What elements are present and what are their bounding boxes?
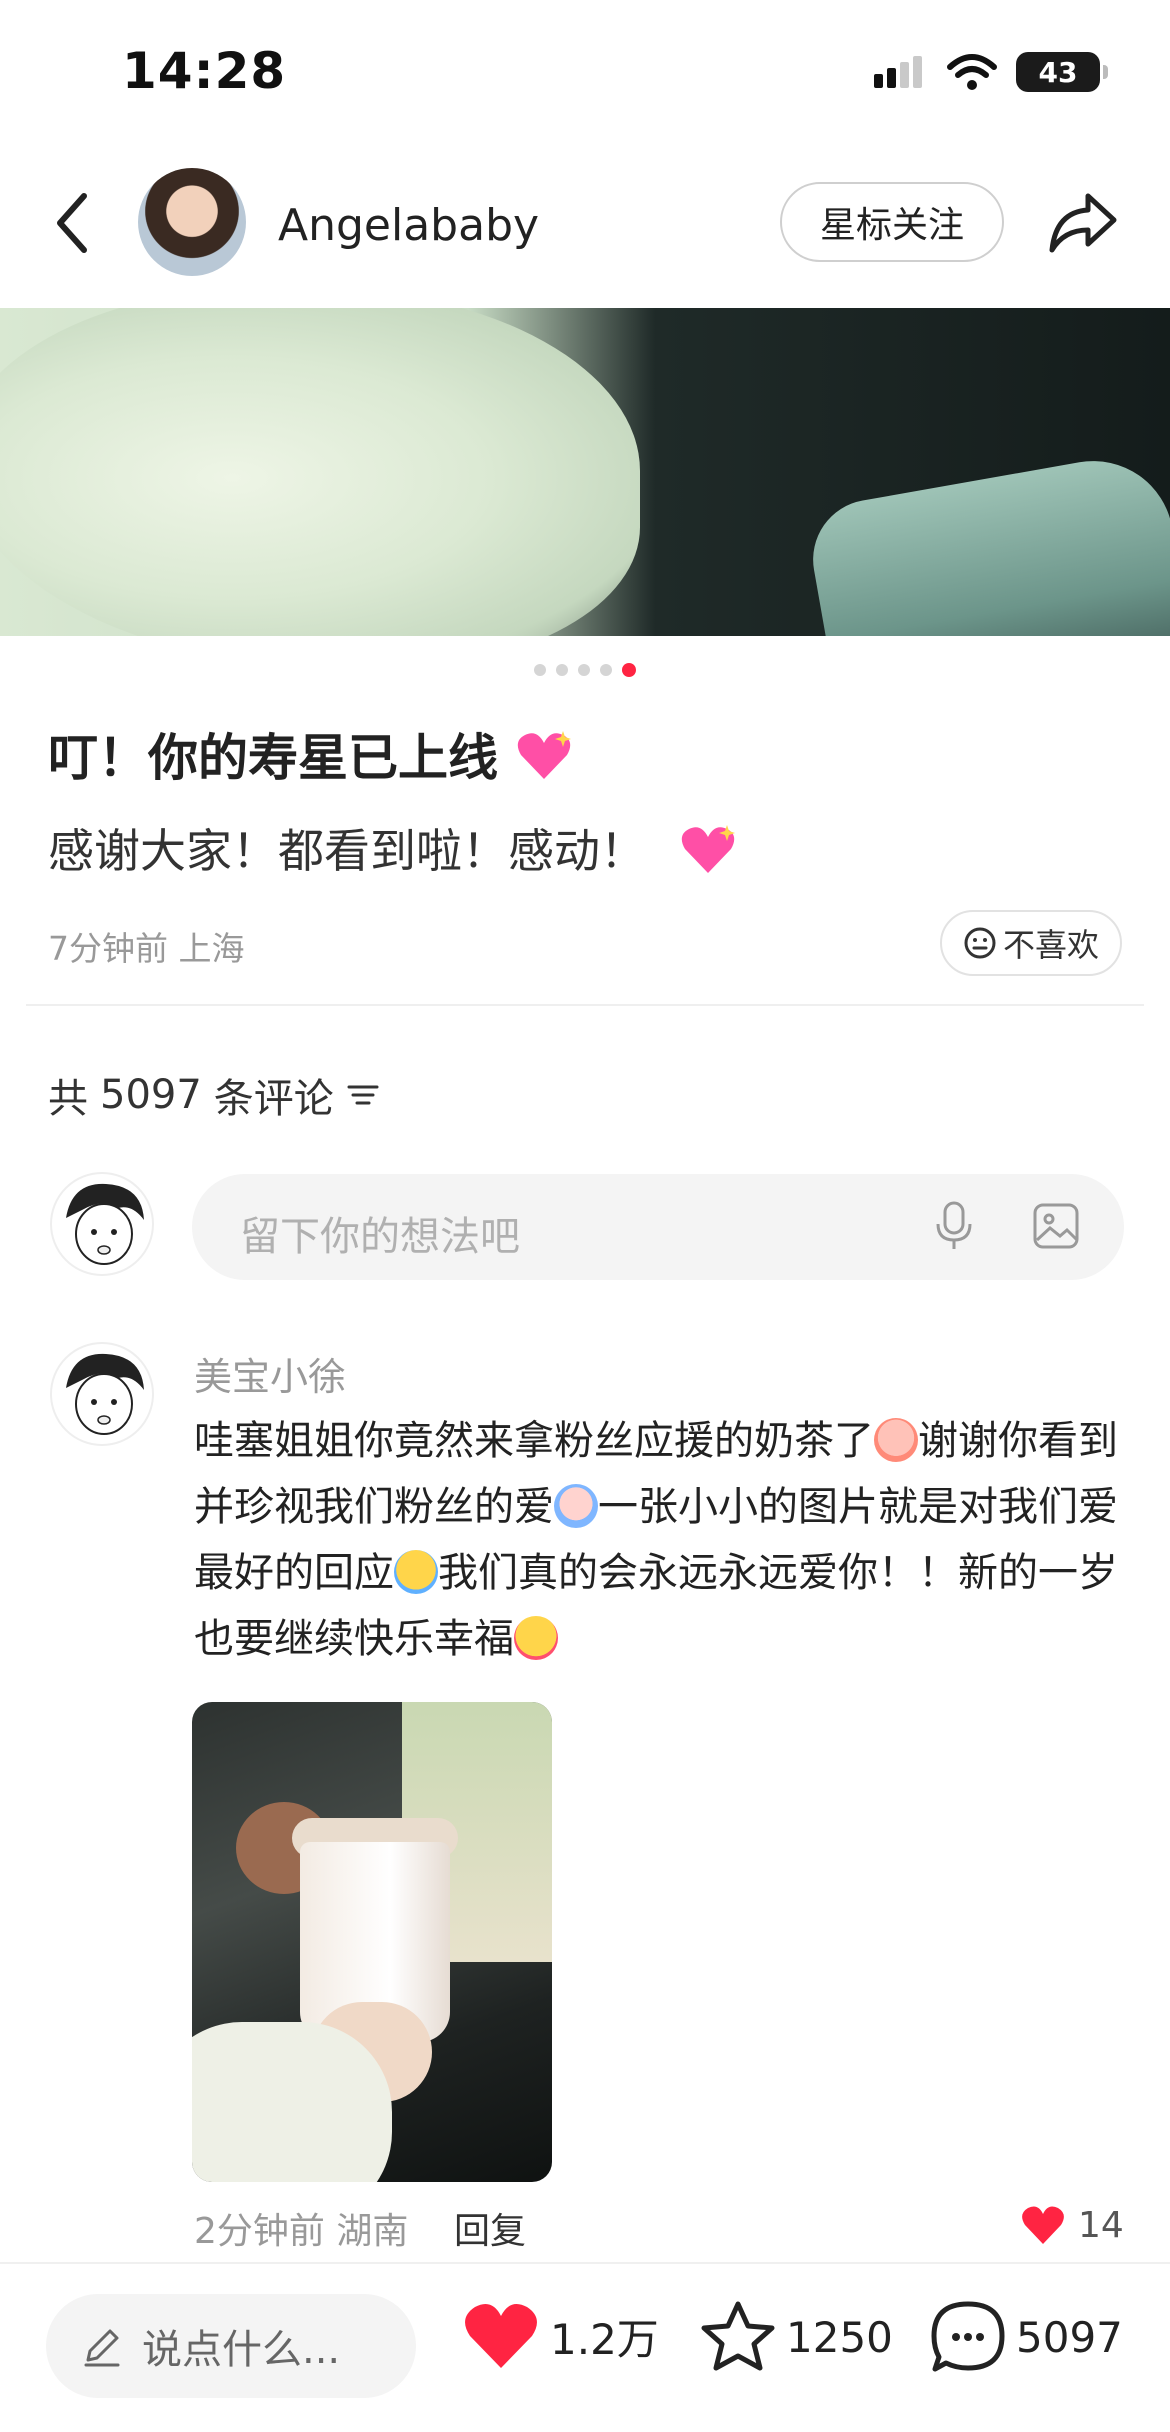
comment-count-prefix: 共 bbox=[48, 1076, 88, 1122]
divider bbox=[26, 1004, 1144, 1006]
post-photo[interactable] bbox=[0, 308, 1170, 636]
comment-reply-button[interactable]: 回复 bbox=[454, 2202, 526, 2254]
author-name[interactable]: Angelababy bbox=[278, 200, 539, 251]
comment-user-avatar[interactable] bbox=[50, 1342, 154, 1446]
carousel-dot bbox=[534, 664, 546, 676]
my-avatar[interactable] bbox=[50, 1172, 154, 1276]
comment-photo[interactable] bbox=[192, 1702, 552, 2182]
heart-icon bbox=[1022, 2206, 1064, 2244]
author-avatar[interactable] bbox=[138, 168, 246, 276]
comment-count-header: 共 5097 条评论 bbox=[48, 1066, 380, 1124]
pencil-icon bbox=[84, 2329, 120, 2367]
comment-text: 哇塞姐姐你竟然来拿粉丝应援的奶茶了 谢谢你看到并珍视我们粉丝的爱 一张小小的图片就是… bbox=[194, 1408, 1124, 1672]
comment-count: 5097 bbox=[100, 1072, 202, 1118]
carousel-dot bbox=[600, 664, 612, 676]
post-title-text: 叮！你的寿星已上线 bbox=[48, 729, 498, 787]
wifi-icon bbox=[947, 54, 997, 90]
loudly-crying-face-icon bbox=[394, 1550, 438, 1594]
post-body-text: 感谢大家！都看到啦！感动！ bbox=[48, 824, 646, 878]
battery-indicator: 43 bbox=[1016, 52, 1108, 92]
carousel-dot bbox=[556, 664, 568, 676]
cellular-signal-icon bbox=[874, 56, 922, 88]
comment-text-part: 哇塞姐姐你竟然来拿粉丝应援的奶茶了 bbox=[194, 1418, 874, 1464]
post-meta: 7分钟前 上海 bbox=[48, 929, 245, 968]
neutral-face-icon bbox=[964, 927, 996, 959]
comment-username[interactable]: 美宝小徐 bbox=[194, 1346, 346, 1401]
photo-seat bbox=[803, 448, 1170, 636]
heart-sparkle-icon bbox=[518, 731, 572, 779]
collect-button[interactable]: 1250 bbox=[700, 2300, 893, 2374]
comment-bubble-icon bbox=[931, 2301, 1005, 2372]
comment-input[interactable]: 留下你的想法吧 bbox=[192, 1174, 1124, 1280]
star-follow-button[interactable]: 星标关注 bbox=[780, 182, 1004, 262]
filter-icon[interactable] bbox=[346, 1080, 380, 1110]
comment-like-button[interactable]: 14 bbox=[1020, 2204, 1124, 2246]
carousel-dot-active bbox=[622, 663, 636, 677]
say-something-input[interactable]: 说点什么... bbox=[46, 2294, 416, 2398]
comment-count-suffix: 条评论 bbox=[213, 1076, 334, 1122]
mic-icon[interactable] bbox=[934, 1200, 974, 1252]
post-body: 感谢大家！都看到啦！感动！ bbox=[48, 815, 737, 881]
carousel-dot bbox=[578, 664, 590, 676]
post-title: 叮！你的寿星已上线 bbox=[48, 718, 573, 790]
collect-count: 1250 bbox=[786, 2312, 893, 2362]
comment-button[interactable]: 5097 bbox=[930, 2300, 1123, 2374]
dislike-label: 不喜欢 bbox=[1002, 926, 1099, 964]
comment-total: 5097 bbox=[1016, 2312, 1123, 2362]
image-icon[interactable] bbox=[1032, 1202, 1080, 1250]
share-icon[interactable] bbox=[1046, 190, 1120, 256]
dislike-button[interactable]: 不喜欢 bbox=[940, 910, 1122, 976]
photo-fur bbox=[0, 308, 640, 636]
star-icon bbox=[701, 2301, 775, 2371]
back-arrow-icon[interactable] bbox=[48, 188, 98, 258]
comment-input-placeholder: 留下你的想法吧 bbox=[240, 1214, 520, 1260]
comment-meta: 2分钟前 湖南 bbox=[194, 2211, 409, 2252]
comment-like-count: 14 bbox=[1078, 2204, 1124, 2246]
like-button[interactable]: 1.2万 bbox=[462, 2300, 659, 2372]
status-time: 14:28 bbox=[122, 42, 287, 100]
status-icons: 43 bbox=[872, 52, 1108, 92]
pig-emoji-icon bbox=[874, 1418, 918, 1462]
say-something-placeholder: 说点什么... bbox=[142, 2327, 341, 2373]
like-count: 1.2万 bbox=[550, 2314, 659, 2364]
heart-icon bbox=[465, 2304, 537, 2368]
crying-pig-emoji-icon bbox=[554, 1484, 598, 1528]
carousel-indicator bbox=[0, 663, 1170, 677]
smiling-face-with-hearts-icon bbox=[514, 1616, 558, 1660]
photo-sleeve bbox=[192, 2022, 392, 2182]
heart-sparkle-icon bbox=[681, 825, 735, 873]
